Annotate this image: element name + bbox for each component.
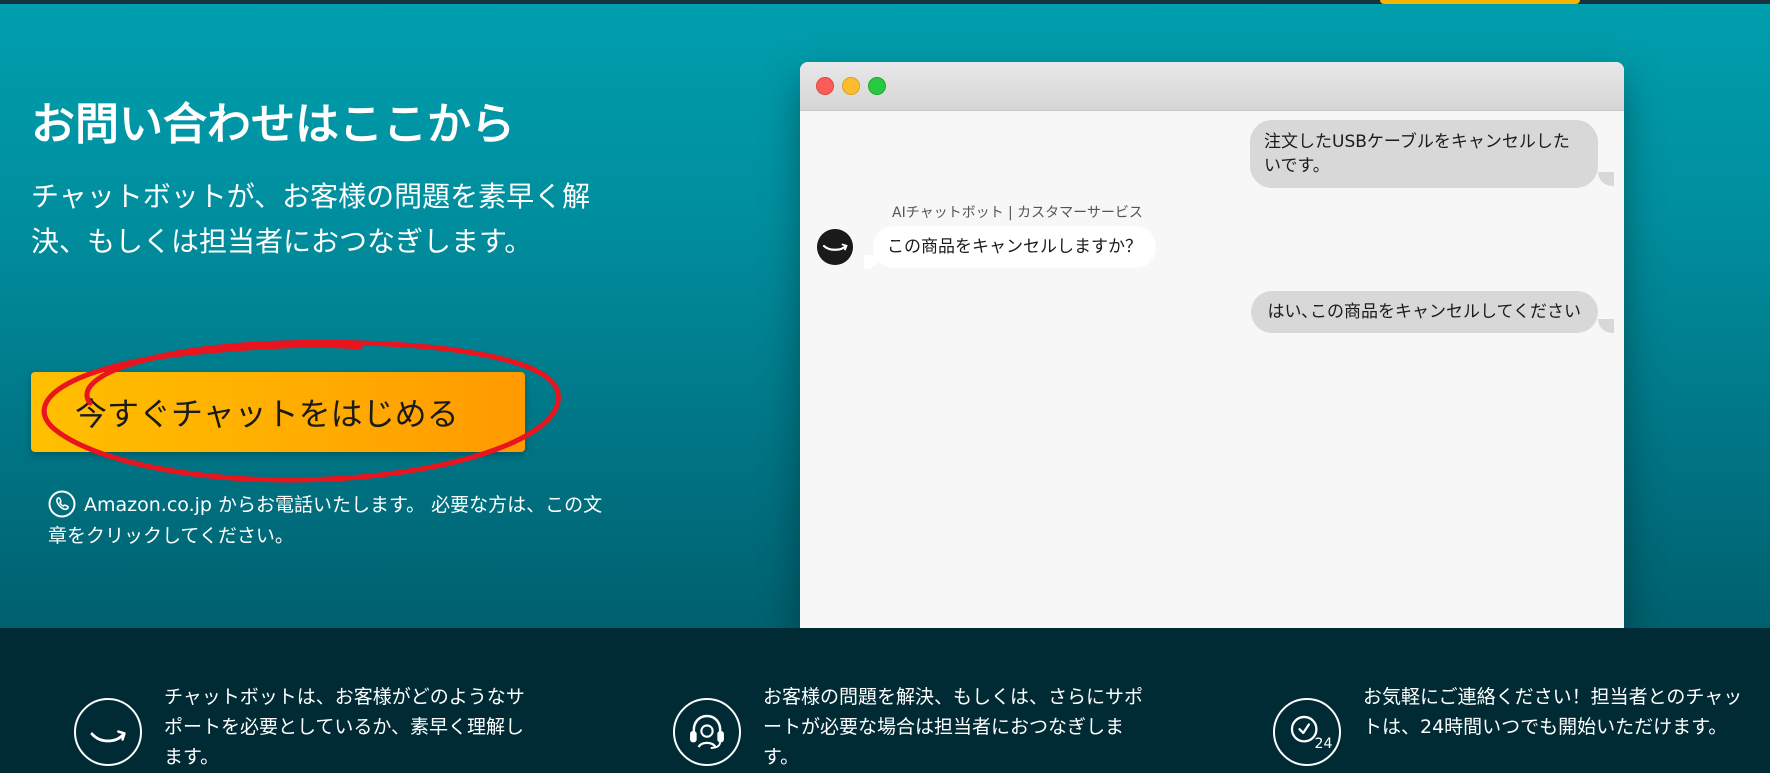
bot-message: この商品をキャンセルしますか？ [873, 226, 1156, 268]
features-band: チャットボットは、お客様がどのようなサポートを必要としているか、素早く理解します… [0, 628, 1770, 773]
phone-callback-link[interactable]: Amazon.co.jp からお電話いたします。 必要な方は、この文章をクリック… [48, 490, 608, 552]
top-accent [1380, 0, 1580, 4]
maximize-window-icon[interactable] [868, 77, 886, 95]
start-chat-button[interactable]: 今すぐチャットをはじめる [31, 372, 525, 452]
minimize-window-icon[interactable] [842, 77, 860, 95]
phone-icon [48, 490, 76, 518]
amazon-smile-icon [74, 698, 142, 766]
amazon-smile-avatar-icon [817, 229, 853, 265]
bot-name: AIチャットボット | カスタマーサービス [892, 205, 1143, 221]
window-titlebar [800, 62, 1624, 111]
bubble-tail [1598, 172, 1614, 186]
headset-icon [673, 698, 741, 766]
user-message: 注文したUSBケーブルをキャンセルしたいです。 [1250, 120, 1598, 188]
clock-badge: 24 [1315, 736, 1333, 752]
hero-description: チャットボットが、お客様の問題を素早く解決、もしくは担当者におつなぎします。 [31, 180, 591, 258]
bubble-tail [1598, 319, 1614, 333]
close-window-icon[interactable] [816, 77, 834, 95]
feature-text: お客様の問題を解決、もしくは、さらにサポートが必要な場合は担当者におつなぎします… [763, 686, 1144, 768]
start-chat-button-label: 今すぐチャットをはじめる [75, 395, 459, 433]
phone-note-text: Amazon.co.jp からお電話いたします。 必要な方は、この文章をクリック… [48, 494, 603, 547]
clock-24-icon: 24 [1273, 698, 1341, 766]
chat-window: 注文したUSBケーブルをキャンセルしたいです。 AIチャットボット | カスタマ… [800, 62, 1624, 628]
hero-section: お問い合わせはここから チャットボットが、お客様の問題を素早く解決、もしくは担当… [0, 0, 1770, 628]
feature-text: チャットボットは、お客様がどのようなサポートを必要としているか、素早く理解します… [164, 686, 525, 768]
user-message: はい､この商品をキャンセルしてください [1250, 291, 1598, 333]
page-title: お問い合わせはここから [31, 99, 515, 150]
feature-text: お気軽にご連絡ください！担当者とのチャットは、24時間いつでも開始いただけます。 [1363, 686, 1743, 738]
